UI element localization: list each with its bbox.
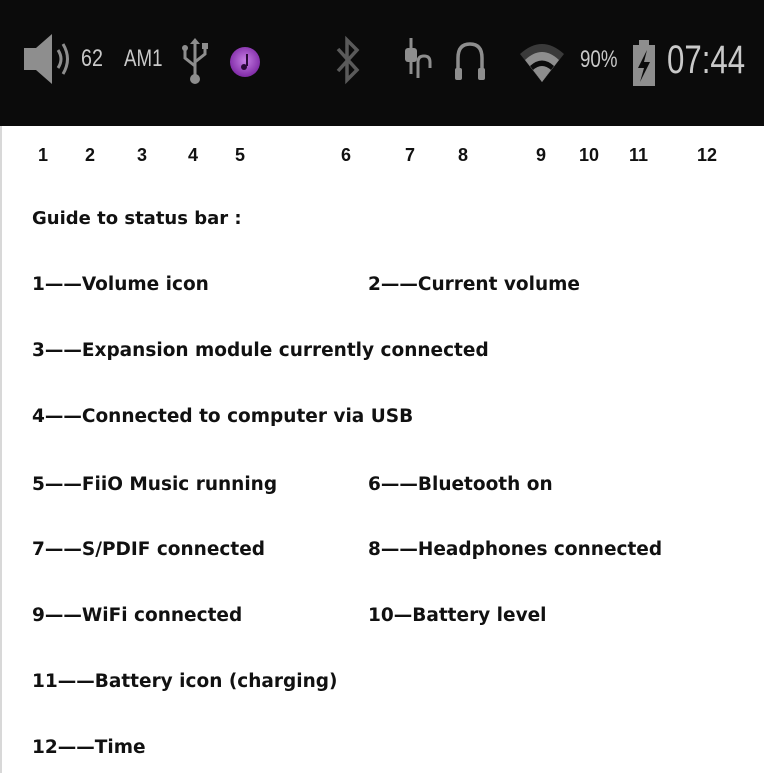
volume-value: 62: [81, 45, 103, 72]
clock-time: 07:44: [667, 38, 746, 82]
wifi-icon: [520, 44, 564, 82]
guide-title: Guide to status bar :: [32, 208, 242, 229]
bluetooth-icon: [336, 35, 360, 85]
callout-number: 7: [405, 145, 416, 165]
callout-number: 2: [85, 145, 96, 165]
status-bar: 62 AM1 90% 07:44: [0, 0, 764, 126]
guide-item: 2——Current volume: [368, 274, 580, 295]
callout-number: 11: [629, 145, 649, 165]
guide-item: 5——FiiO Music running: [32, 474, 278, 495]
battery-level: 90%: [580, 46, 618, 73]
battery-charging-icon: [633, 40, 655, 86]
callout-number: 9: [536, 145, 547, 165]
callout-number: 4: [188, 145, 199, 165]
guide-item: 11——Battery icon (charging): [32, 671, 338, 692]
guide-item: 3——Expansion module currently connected: [32, 340, 489, 361]
fiio-music-icon: [230, 47, 260, 77]
callout-number: 5: [235, 145, 246, 165]
callout-number: 1: [38, 145, 49, 165]
guide-item: 7——S/PDIF connected: [32, 539, 265, 560]
usb-icon: [182, 38, 208, 84]
guide-item: 9——WiFi connected: [32, 605, 243, 626]
guide-item: 12——Time: [32, 737, 146, 758]
guide-item: 6——Bluetooth on: [368, 474, 553, 495]
guide-item: 10—Battery level: [368, 605, 547, 626]
module-label: AM1: [124, 45, 163, 72]
callout-number: 12: [697, 145, 718, 165]
speaker-volume-icon: [24, 34, 69, 84]
callout-number: 10: [579, 145, 600, 165]
guide-item: 8——Headphones connected: [368, 539, 663, 560]
guide-item: 4——Connected to computer via USB: [32, 406, 414, 427]
callout-numbers: 1 2 3 4 5 6 7 8 9 10 11 12: [0, 145, 764, 169]
callout-number: 6: [341, 145, 352, 165]
guide-item: 1——Volume icon: [32, 274, 209, 295]
headphones-icon: [455, 42, 485, 80]
spdif-icon: [405, 38, 432, 78]
callout-number: 3: [137, 145, 148, 165]
callout-number: 8: [458, 145, 469, 165]
